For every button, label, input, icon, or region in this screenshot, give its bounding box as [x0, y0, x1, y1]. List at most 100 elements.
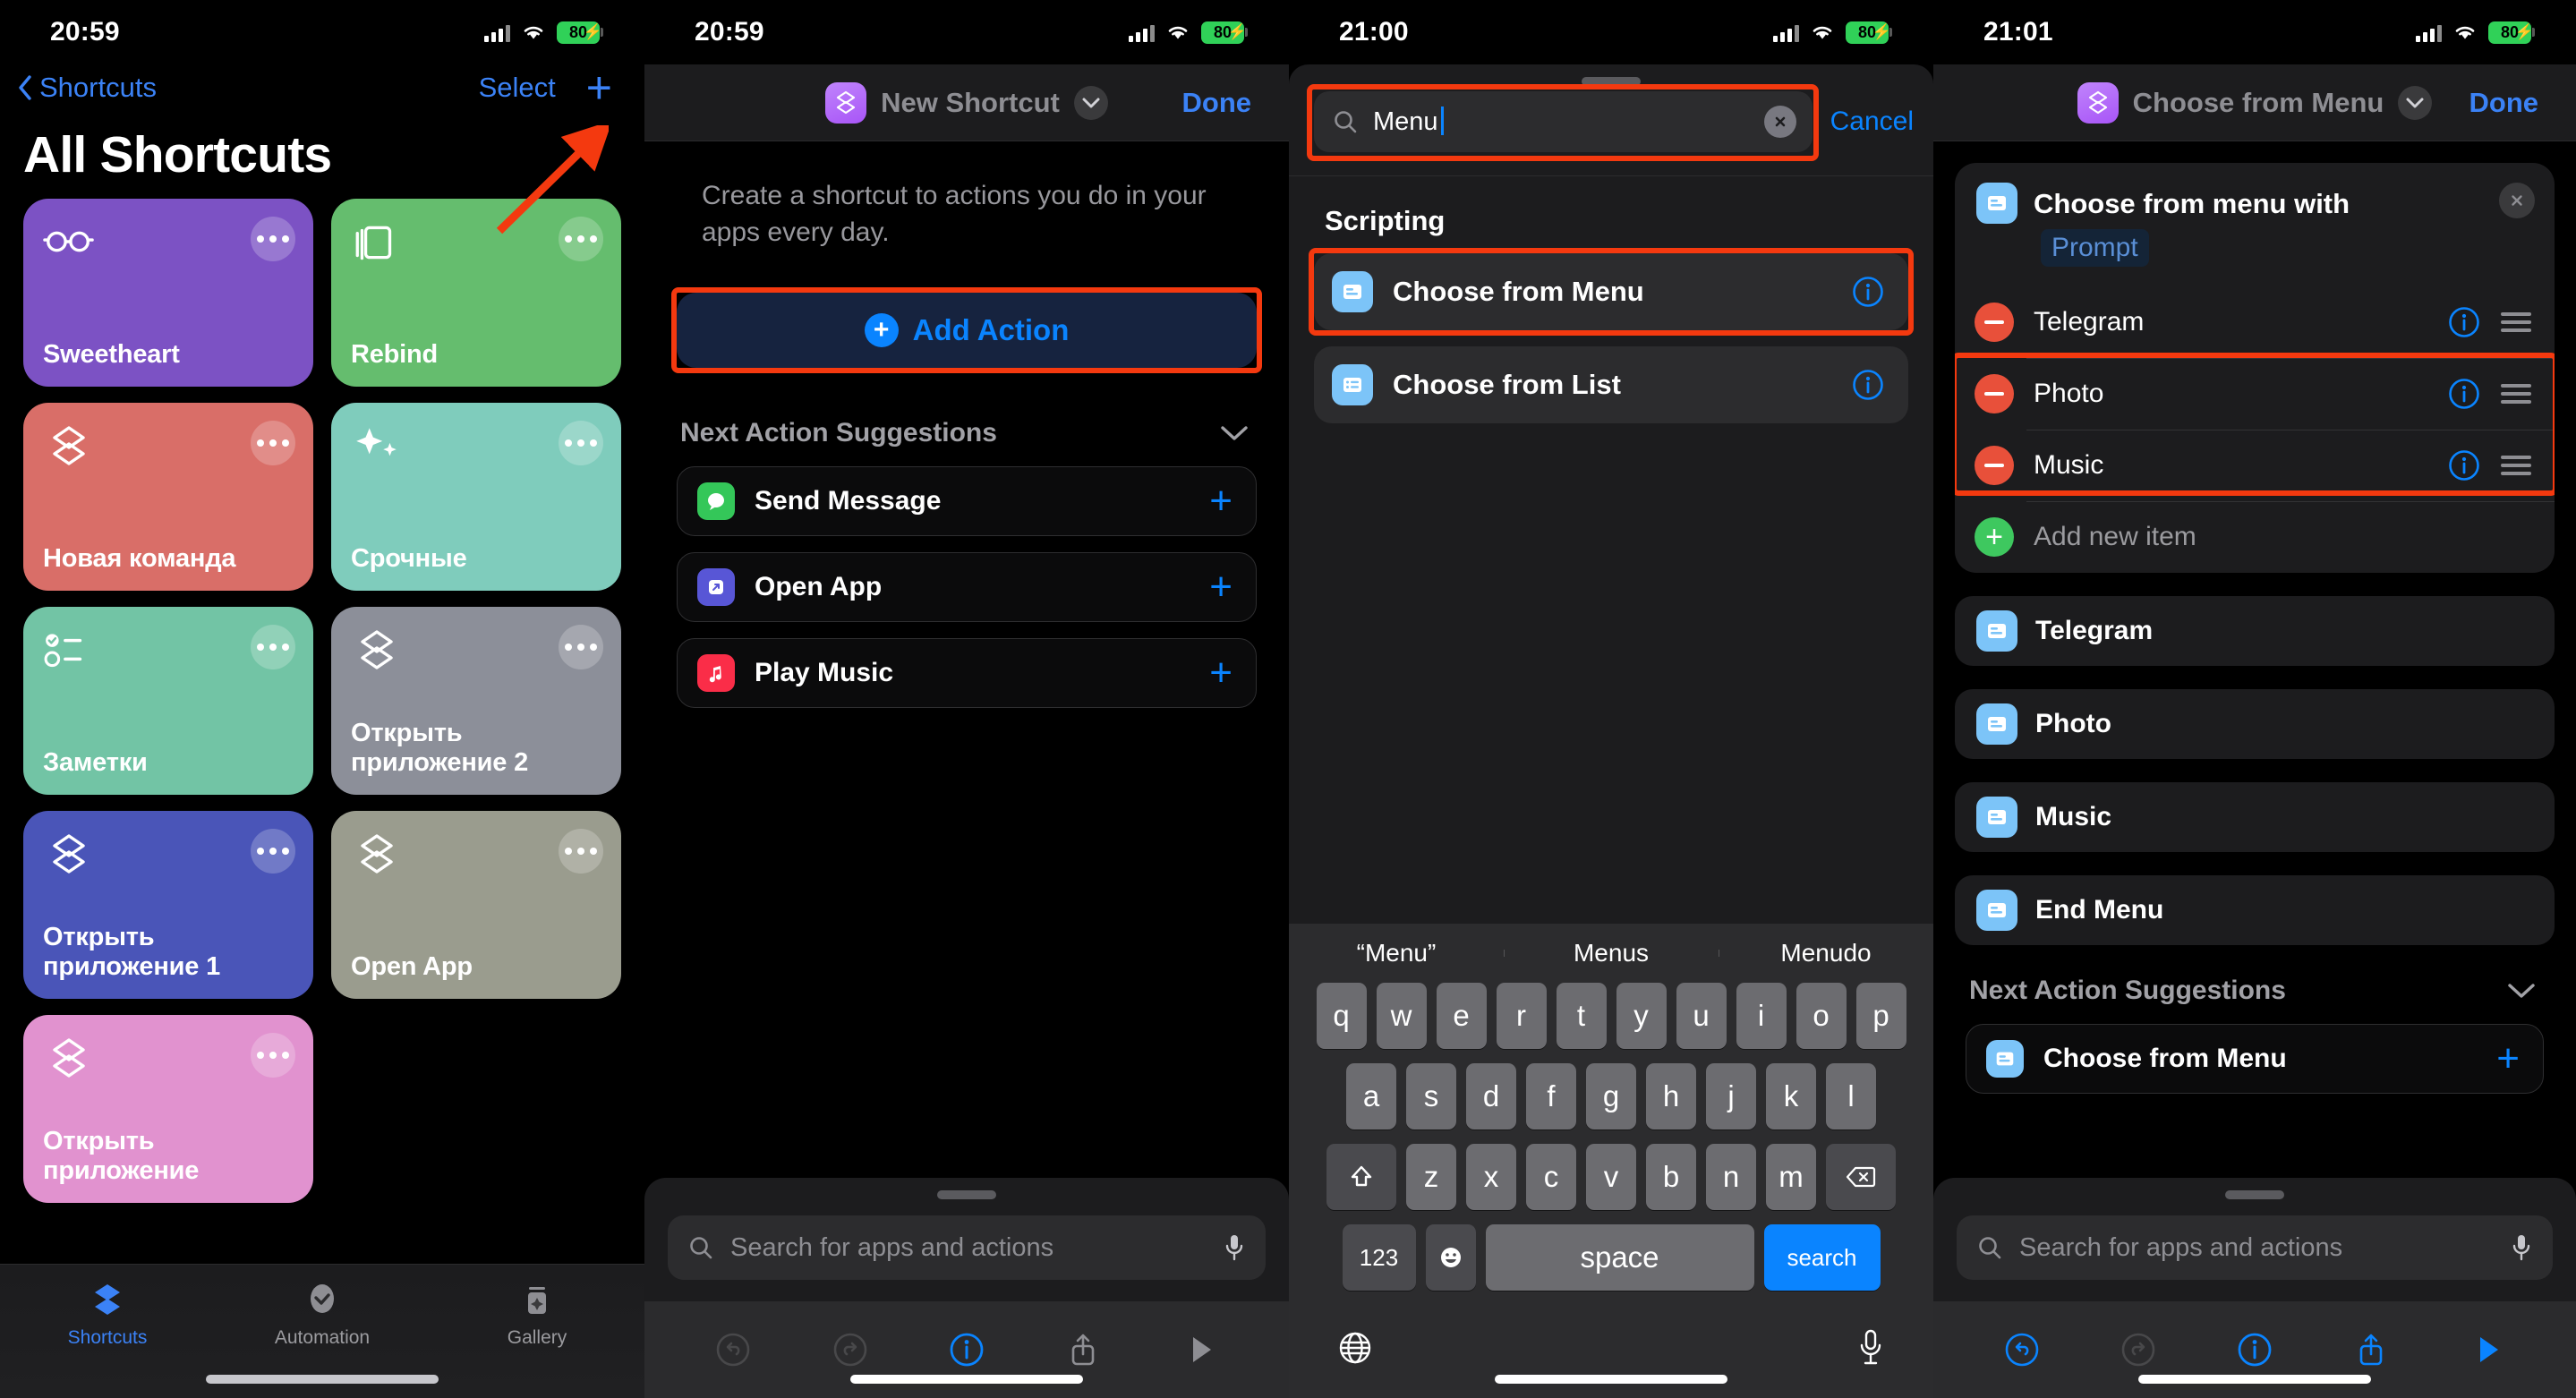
key-k[interactable]: k: [1766, 1063, 1816, 1129]
key-s[interactable]: s: [1406, 1063, 1456, 1129]
info-icon[interactable]: [2447, 448, 2481, 482]
backspace-icon[interactable]: [1826, 1144, 1896, 1210]
shortcut-tile[interactable]: Open App: [331, 811, 621, 999]
key-e[interactable]: e: [1436, 983, 1487, 1049]
info-icon[interactable]: [2235, 1330, 2274, 1369]
key-l[interactable]: l: [1826, 1063, 1876, 1129]
info-icon[interactable]: [2447, 377, 2481, 411]
key-i[interactable]: i: [1736, 983, 1787, 1049]
done-button[interactable]: Done: [1182, 87, 1252, 119]
shortcut-tile[interactable]: Sweetheart: [23, 199, 313, 387]
key-search[interactable]: search: [1763, 1224, 1881, 1291]
tile-menu-button[interactable]: [251, 1033, 295, 1078]
menu-item-label[interactable]: Photo: [2034, 379, 2427, 409]
info-icon[interactable]: [947, 1330, 986, 1369]
sheet-grabber[interactable]: [937, 1190, 996, 1199]
key-h[interactable]: h: [1646, 1063, 1696, 1129]
key-d[interactable]: d: [1466, 1063, 1516, 1129]
select-button[interactable]: Select: [479, 72, 556, 104]
key-g[interactable]: g: [1586, 1063, 1636, 1129]
key-p[interactable]: p: [1855, 983, 1906, 1049]
search-result-row[interactable]: Choose from Menu: [1314, 253, 1908, 330]
add-item-button[interactable]: +: [1975, 517, 2014, 557]
key-w[interactable]: w: [1376, 983, 1427, 1049]
globe-icon[interactable]: [1335, 1328, 1375, 1368]
shortcut-tile[interactable]: Открыть приложение 2: [331, 607, 621, 795]
share-icon[interactable]: [2351, 1330, 2391, 1369]
add-action-button[interactable]: + Add Action: [677, 292, 1257, 368]
key-q[interactable]: q: [1316, 983, 1367, 1049]
key-f[interactable]: f: [1526, 1063, 1576, 1129]
microphone-icon[interactable]: [1223, 1232, 1246, 1263]
info-icon[interactable]: [1851, 275, 1885, 309]
menu-item-row[interactable]: Music: [1955, 430, 2555, 501]
chevron-down-icon[interactable]: [1073, 85, 1108, 120]
add-suggestion-button[interactable]: +: [1209, 481, 1233, 520]
tab-automation[interactable]: Automation: [215, 1281, 430, 1349]
tile-menu-button[interactable]: [251, 217, 295, 261]
key-z[interactable]: z: [1406, 1144, 1456, 1210]
add-suggestion-button[interactable]: +: [1209, 652, 1233, 692]
shortcut-tile[interactable]: Открыть приложение 1: [23, 811, 313, 999]
suggestion-row[interactable]: Open App +: [677, 551, 1257, 622]
add-suggestion-button[interactable]: +: [1209, 567, 1233, 606]
suggestion-row[interactable]: Send Message +: [677, 465, 1257, 536]
search-input[interactable]: Menu: [1314, 91, 1813, 152]
menu-item-label[interactable]: Telegram: [2034, 307, 2427, 337]
shortcut-name[interactable]: Choose from Menu: [2133, 87, 2384, 119]
clear-search-button[interactable]: [1763, 106, 1796, 138]
sheet-grabber[interactable]: [2225, 1190, 2284, 1199]
shortcut-tile[interactable]: Новая команда: [23, 403, 313, 591]
tile-menu-button[interactable]: [251, 829, 295, 874]
shortcut-tile[interactable]: Открыть приложение: [23, 1015, 313, 1203]
add-new-item-row[interactable]: + Add new item: [1955, 501, 2555, 573]
chevron-down-icon[interactable]: [1219, 424, 1250, 442]
key-u[interactable]: u: [1676, 983, 1727, 1049]
emoji-icon[interactable]: [1425, 1224, 1476, 1291]
action-row[interactable]: Music: [1955, 782, 2555, 852]
shortcut-name[interactable]: New Shortcut: [881, 87, 1060, 119]
tile-menu-button[interactable]: [559, 625, 603, 669]
back-button[interactable]: Shortcuts: [18, 72, 157, 104]
tile-menu-button[interactable]: [559, 421, 603, 465]
undo-icon[interactable]: [713, 1330, 753, 1369]
key-t[interactable]: t: [1556, 983, 1607, 1049]
menu-item-row[interactable]: Photo: [1955, 358, 2555, 430]
search-result-row[interactable]: Choose from List: [1314, 346, 1908, 423]
chevron-down-icon[interactable]: [2506, 982, 2537, 1000]
remove-item-button[interactable]: [1975, 374, 2014, 413]
prediction-item[interactable]: “Menu”: [1289, 939, 1504, 968]
undo-icon[interactable]: [2002, 1330, 2042, 1369]
shift-icon[interactable]: [1326, 1144, 1396, 1210]
share-icon[interactable]: [1063, 1330, 1103, 1369]
tile-menu-button[interactable]: [559, 829, 603, 874]
prompt-field[interactable]: Prompt: [2041, 229, 2149, 267]
shortcut-tile[interactable]: Заметки: [23, 607, 313, 795]
sheet-grabber[interactable]: [1582, 77, 1641, 86]
action-row[interactable]: Telegram: [1955, 596, 2555, 666]
drag-handle-icon[interactable]: [2501, 456, 2531, 475]
remove-item-button[interactable]: [1975, 446, 2014, 485]
key-y[interactable]: y: [1616, 983, 1667, 1049]
search-input[interactable]: Search for apps and actions: [668, 1215, 1266, 1280]
key-j[interactable]: j: [1706, 1063, 1756, 1129]
redo-icon[interactable]: [831, 1330, 870, 1369]
add-shortcut-button[interactable]: +: [586, 65, 612, 110]
shortcut-tile[interactable]: Срочные: [331, 403, 621, 591]
chevron-down-icon[interactable]: [2398, 85, 2433, 120]
done-button[interactable]: Done: [2469, 87, 2539, 119]
redo-icon[interactable]: [2119, 1330, 2158, 1369]
drag-handle-icon[interactable]: [2501, 384, 2531, 404]
info-icon[interactable]: [1851, 368, 1885, 402]
cancel-button[interactable]: Cancel: [1830, 107, 1914, 137]
key-b[interactable]: b: [1646, 1144, 1696, 1210]
play-icon[interactable]: [1181, 1330, 1220, 1369]
tab-gallery[interactable]: Gallery: [430, 1281, 644, 1349]
key-c[interactable]: c: [1526, 1144, 1576, 1210]
key-r[interactable]: r: [1496, 983, 1547, 1049]
key-x[interactable]: x: [1466, 1144, 1516, 1210]
menu-item-label[interactable]: Music: [2034, 450, 2427, 481]
key-m[interactable]: m: [1766, 1144, 1816, 1210]
key-numbers[interactable]: 123: [1342, 1224, 1416, 1291]
action-row[interactable]: Photo: [1955, 689, 2555, 759]
